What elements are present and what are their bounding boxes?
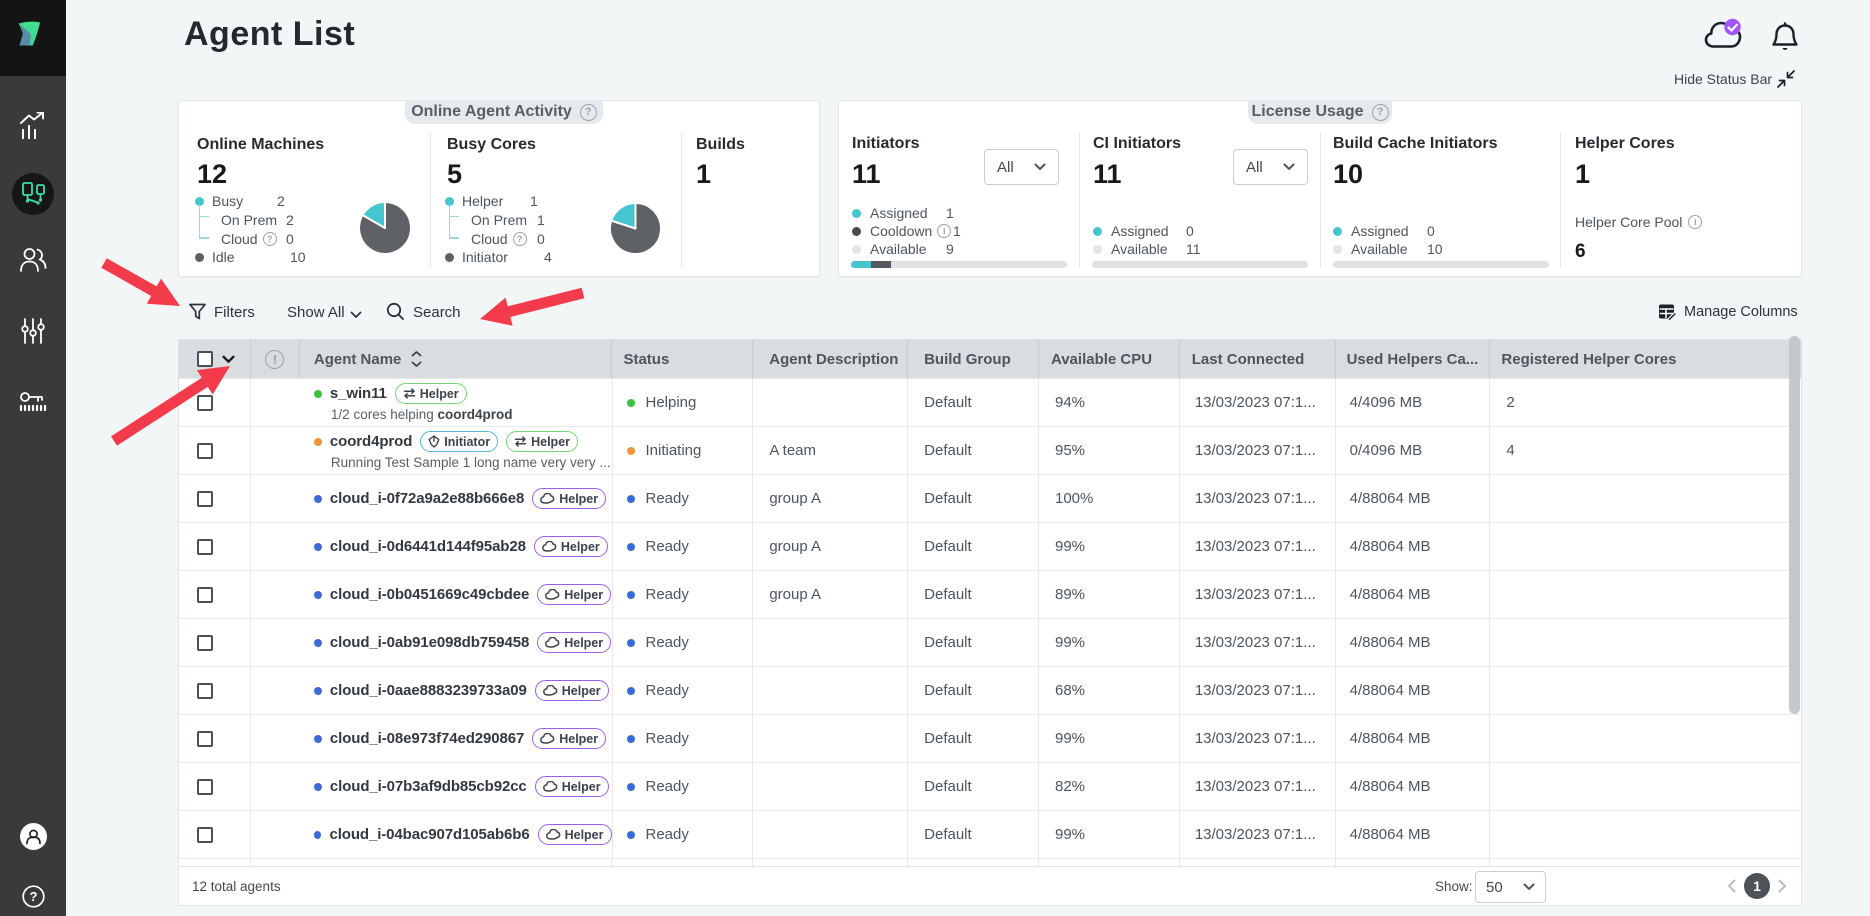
svg-text:?: ? <box>29 889 37 904</box>
